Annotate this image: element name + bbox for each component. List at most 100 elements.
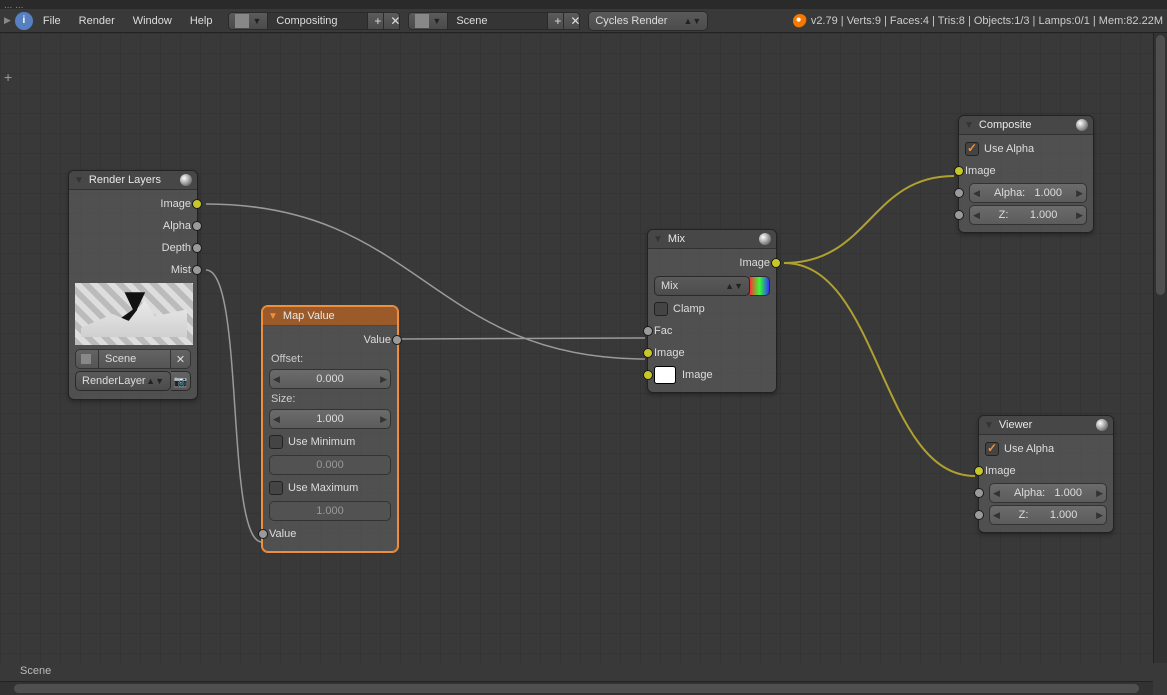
offset-field[interactable]: ◀0.000▶ <box>269 369 391 389</box>
node-preview-icon[interactable] <box>1096 419 1108 431</box>
socket-value-out[interactable] <box>392 335 402 345</box>
dec-icon[interactable]: ◀ <box>993 488 1000 499</box>
screen-add-button[interactable]: + <box>368 12 384 30</box>
collapse-icon[interactable]: ▼ <box>268 311 278 322</box>
screen-layout-selector: ▼ Compositing + ✕ <box>228 12 400 30</box>
screen-icon <box>235 14 249 28</box>
scene-add-button[interactable]: + <box>548 12 564 30</box>
collapse-icon[interactable]: ▼ <box>653 234 663 245</box>
clamp-checkbox[interactable] <box>654 302 668 316</box>
scene-browse-button[interactable] <box>75 349 99 369</box>
node-title: Render Layers <box>89 174 180 186</box>
color-swatch[interactable] <box>654 366 676 384</box>
scene-name-field[interactable]: Scene <box>448 12 548 30</box>
inc-icon[interactable]: ▶ <box>380 374 387 385</box>
offset-label: Offset: <box>269 351 391 367</box>
menu-help[interactable]: Help <box>182 12 221 30</box>
collapse-icon[interactable]: ▼ <box>984 420 994 431</box>
socket-image1-in[interactable] <box>643 348 653 358</box>
use-alpha-checkbox[interactable] <box>985 442 999 456</box>
socket-alpha-out[interactable] <box>192 221 202 231</box>
node-composite[interactable]: ▼ Composite Use Alpha Image ◀Alpha: 1.00… <box>958 115 1094 233</box>
node-header[interactable]: ▼ Composite <box>959 116 1093 135</box>
in-fac-label: Fac <box>654 325 672 337</box>
color-ramp-button[interactable] <box>750 276 770 296</box>
inc-icon[interactable]: ▶ <box>380 414 387 425</box>
node-preview-icon[interactable] <box>1076 119 1088 131</box>
node-editor-canvas[interactable]: + ▼ Render Layers Image Alpha Depth Mist… <box>0 33 1153 663</box>
scene-icon <box>81 354 91 364</box>
alpha-field[interactable]: ◀Alpha: 1.000▶ <box>989 483 1107 503</box>
in-image-label: Image <box>985 465 1016 477</box>
inc-icon[interactable]: ▶ <box>1096 510 1103 521</box>
expand-toolshelf-icon[interactable]: + <box>4 69 12 85</box>
scene-clear-button[interactable]: ✕ <box>171 349 191 369</box>
socket-image-in[interactable] <box>974 466 984 476</box>
dec-icon[interactable]: ◀ <box>993 510 1000 521</box>
socket-image-in[interactable] <box>954 166 964 176</box>
render-preview-thumbnail <box>75 283 193 345</box>
socket-z-in[interactable] <box>954 210 964 220</box>
blend-mode-select[interactable]: Mix▲▼ <box>654 276 750 296</box>
scene-name-field[interactable]: Scene <box>99 349 171 369</box>
menu-file[interactable]: File <box>35 12 69 30</box>
vertical-scrollbar[interactable] <box>1153 33 1167 663</box>
node-header[interactable]: ▼ Mix <box>648 230 776 249</box>
node-title: Mix <box>668 233 759 245</box>
use-min-checkbox[interactable] <box>269 435 283 449</box>
use-alpha-checkbox[interactable] <box>965 142 979 156</box>
collapse-icon[interactable]: ▼ <box>74 175 84 186</box>
node-preview-icon[interactable] <box>180 174 192 186</box>
inc-icon[interactable]: ▶ <box>1096 488 1103 499</box>
socket-alpha-in[interactable] <box>954 188 964 198</box>
node-header[interactable]: ▼ Viewer <box>979 416 1113 435</box>
horizontal-scrollbar[interactable] <box>0 681 1153 695</box>
socket-mist-out[interactable] <box>192 265 202 275</box>
scene-delete-button[interactable]: ✕ <box>564 12 580 30</box>
use-max-checkbox[interactable] <box>269 481 283 495</box>
collapse-icon[interactable]: ▼ <box>964 120 974 131</box>
dec-icon[interactable]: ◀ <box>973 188 980 199</box>
node-render-layers[interactable]: ▼ Render Layers Image Alpha Depth Mist S… <box>68 170 198 400</box>
node-header[interactable]: ▼ Map Value <box>263 307 397 326</box>
dec-icon[interactable]: ◀ <box>273 374 280 385</box>
size-label: Size: <box>269 391 391 407</box>
socket-z-in[interactable] <box>974 510 984 520</box>
collapse-menu-icon[interactable]: ▶ <box>4 15 11 26</box>
inc-icon[interactable]: ▶ <box>1076 210 1083 221</box>
socket-image-out[interactable] <box>192 199 202 209</box>
socket-fac-in[interactable] <box>643 326 653 336</box>
z-field[interactable]: ◀Z: 1.000▶ <box>969 205 1087 225</box>
dec-icon[interactable]: ◀ <box>273 414 280 425</box>
screen-browse-button[interactable]: ▼ <box>228 12 268 30</box>
use-max-label: Use Maximum <box>288 482 358 494</box>
socket-image2-in[interactable] <box>643 370 653 380</box>
dec-icon[interactable]: ◀ <box>973 210 980 221</box>
render-single-layer-button[interactable]: 📷 <box>171 371 191 391</box>
use-alpha-label: Use Alpha <box>1004 443 1054 455</box>
dropdown-icon: ▲▼ <box>684 16 702 26</box>
dropdown-icon: ▲▼ <box>146 376 164 386</box>
in-image-label: Image <box>965 165 996 177</box>
render-engine-selector[interactable]: Cycles Render▲▼ <box>588 11 708 31</box>
node-map-value[interactable]: ▼ Map Value Value Offset: ◀0.000▶ Size: … <box>262 306 398 552</box>
socket-image-out[interactable] <box>771 258 781 268</box>
inc-icon[interactable]: ▶ <box>1076 188 1083 199</box>
z-field[interactable]: ◀Z: 1.000▶ <box>989 505 1107 525</box>
node-header[interactable]: ▼ Render Layers <box>69 171 197 190</box>
socket-value-in[interactable] <box>258 529 268 539</box>
menu-render[interactable]: Render <box>71 12 123 30</box>
size-field[interactable]: ◀1.000▶ <box>269 409 391 429</box>
node-mix[interactable]: ▼ Mix Image Mix▲▼ Clamp Fac Image Image <box>647 229 777 393</box>
alpha-field[interactable]: ◀Alpha: 1.000▶ <box>969 183 1087 203</box>
info-editor-icon[interactable]: i <box>15 12 33 30</box>
screen-delete-button[interactable]: ✕ <box>384 12 400 30</box>
scene-browse-button[interactable]: ▼ <box>408 12 448 30</box>
node-viewer[interactable]: ▼ Viewer Use Alpha Image ◀Alpha: 1.000▶ … <box>978 415 1114 533</box>
socket-alpha-in[interactable] <box>974 488 984 498</box>
screen-name-field[interactable]: Compositing <box>268 12 368 30</box>
render-layer-select[interactable]: RenderLayer▲▼ <box>75 371 171 391</box>
socket-depth-out[interactable] <box>192 243 202 253</box>
menu-window[interactable]: Window <box>125 12 180 30</box>
node-preview-icon[interactable] <box>759 233 771 245</box>
